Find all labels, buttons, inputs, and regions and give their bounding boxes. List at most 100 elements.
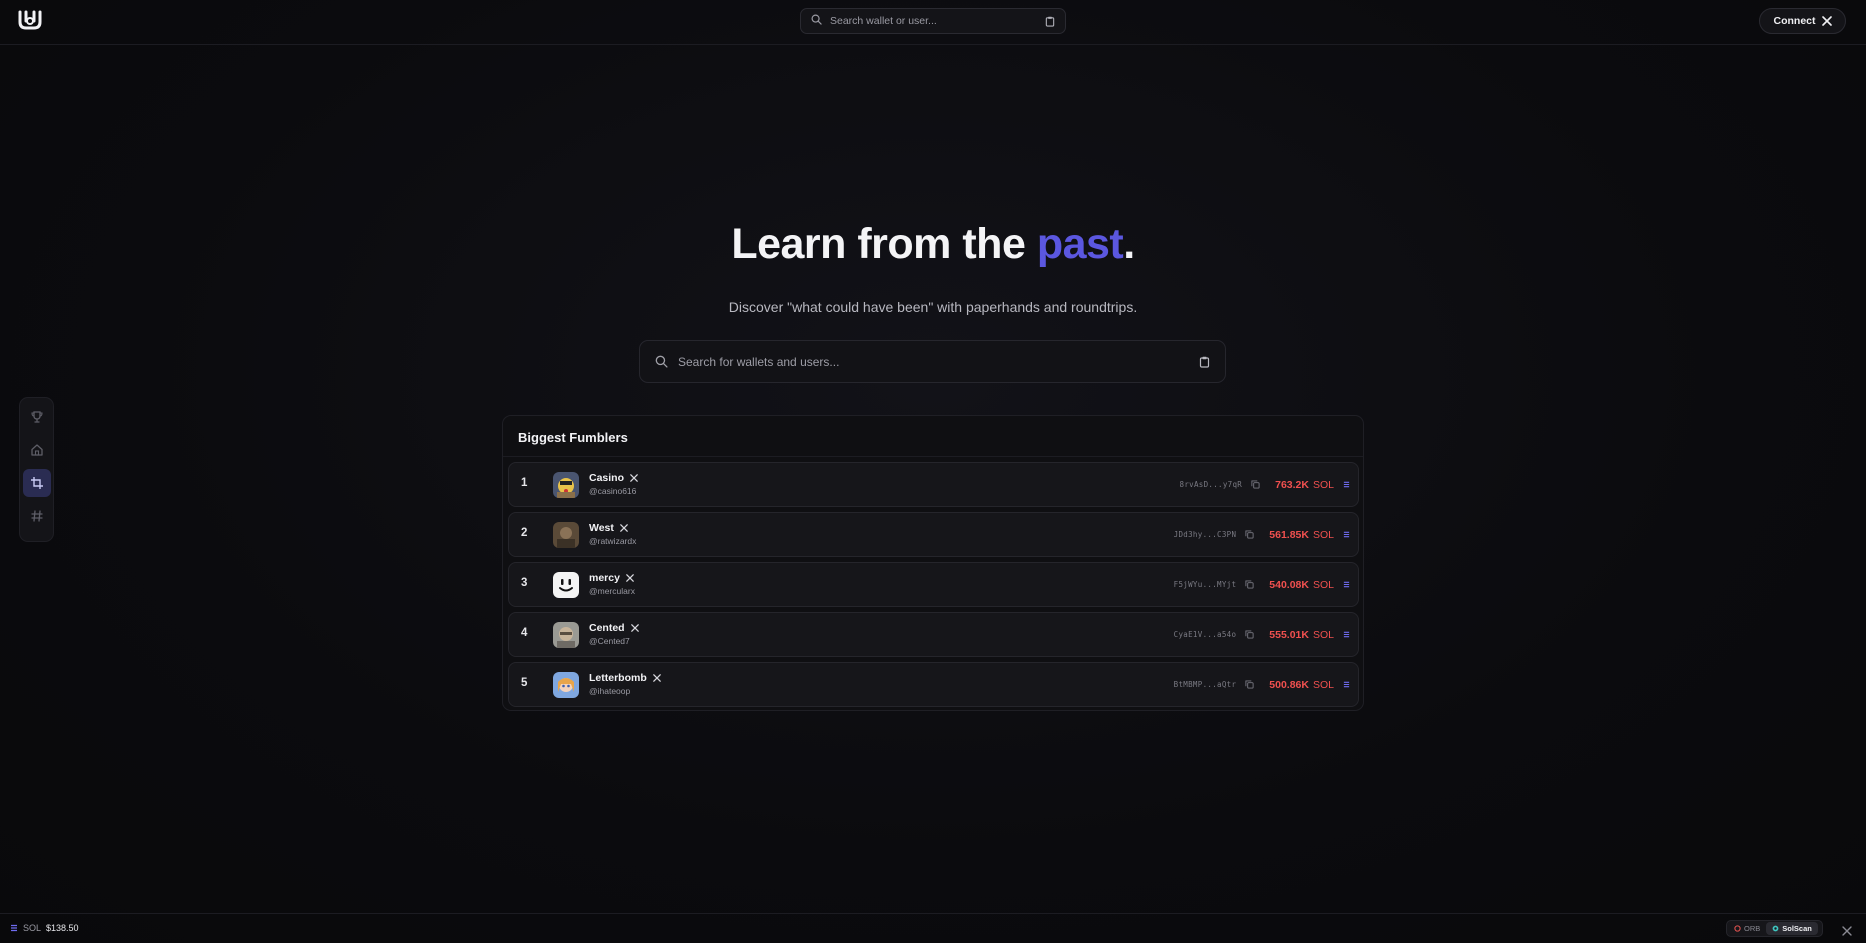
main-search-bar[interactable] [639, 340, 1226, 383]
bottom-bar: SOL $138.50 ORB SolScan [0, 913, 1866, 943]
leaderboard-row[interactable]: 1 Casino @casino616 8rvAsD...y7qR 763.2K… [508, 462, 1359, 507]
divider [503, 456, 1363, 457]
amount-unit: SOL [1312, 678, 1334, 691]
fumble-amount: 555.01K [1269, 628, 1309, 641]
amount-unit: SOL [1312, 578, 1334, 591]
wallet-address: BtMBMP...aQtr [1173, 680, 1237, 689]
side-nav-home[interactable] [23, 436, 51, 464]
hero-title-accent: past [1036, 220, 1124, 268]
x-logo-icon [1821, 16, 1832, 26]
solana-icon [1343, 631, 1350, 638]
side-nav-fumblers[interactable] [22, 469, 51, 497]
user-name: West [589, 522, 628, 534]
clipboard-icon[interactable] [1199, 356, 1210, 368]
app-logo[interactable] [17, 9, 43, 31]
leaderboard-row[interactable]: 5 Letterbomb @ihateoop BtMBMP...aQtr 500… [508, 662, 1359, 707]
solana-icon [1343, 681, 1350, 688]
top-search-bar[interactable] [800, 8, 1066, 34]
ticker-symbol: SOL [23, 923, 42, 933]
wallet-address: CyaE1V...a54o [1173, 630, 1237, 639]
user-name-label: Casino [589, 472, 625, 484]
row-stats: F5jWYu...MYjt 540.08K SOL [1174, 563, 1350, 606]
orb-icon [1734, 925, 1741, 932]
user-name: Casino [589, 472, 638, 484]
fumble-amount: 500.86K [1269, 678, 1309, 691]
row-stats: BtMBMP...aQtr 500.86K SOL [1174, 663, 1350, 706]
user-handle: @mercularx [589, 586, 635, 596]
hash-icon [30, 509, 44, 523]
leaderboard-title: Biggest Fumblers [518, 430, 628, 445]
avatar [553, 472, 579, 498]
solscan-icon [1772, 925, 1779, 932]
user-handle: @casino616 [589, 486, 637, 496]
wallet-address: 8rvAsD...y7qR [1179, 480, 1243, 489]
copy-icon[interactable] [1245, 580, 1254, 589]
user-name: Cented [589, 622, 639, 634]
connect-button[interactable]: Connect [1759, 8, 1846, 34]
row-stats: CyaE1V...a54o 555.01K SOL [1174, 613, 1350, 656]
fumble-amount: 763.2K [1275, 478, 1309, 491]
rank-number: 5 [521, 677, 528, 689]
hero-title-main: Learn from the [731, 220, 1037, 268]
copy-icon[interactable] [1245, 680, 1254, 689]
user-name-label: West [589, 522, 614, 534]
hero-title: Learn from the past. [0, 219, 1866, 269]
user-name: Letterbomb [589, 672, 661, 684]
amount-unit: SOL [1312, 628, 1334, 641]
leaderboard-row[interactable]: 3 mercy @mercularx F5jWYu...MYjt 540.08K… [508, 562, 1359, 607]
x-logo-icon[interactable] [630, 624, 639, 632]
main-search-input[interactable] [678, 354, 1199, 369]
copy-icon[interactable] [1251, 480, 1260, 489]
rank-number: 2 [521, 527, 528, 539]
rank-number: 3 [521, 577, 528, 589]
explorer-toggle: ORB SolScan [1726, 920, 1823, 937]
amount-unit: SOL [1312, 478, 1334, 491]
user-name-label: Letterbomb [589, 672, 647, 684]
connect-label: Connect [1773, 15, 1816, 27]
x-logo-icon[interactable] [652, 674, 661, 682]
user-name: mercy [589, 572, 634, 584]
avatar [553, 572, 579, 598]
explorer-option-orb[interactable]: ORB [1728, 922, 1766, 935]
solana-icon [10, 924, 18, 932]
copy-icon[interactable] [1245, 530, 1254, 539]
avatar [553, 672, 579, 698]
x-logo-icon[interactable] [620, 524, 628, 532]
solana-icon [1343, 581, 1350, 588]
leaderboard-panel: Biggest Fumblers 1 Casino @casino616 8rv… [502, 415, 1364, 711]
solana-icon [1343, 531, 1350, 538]
avatar [553, 522, 579, 548]
amount-unit: SOL [1312, 528, 1334, 541]
clipboard-icon[interactable] [1045, 16, 1055, 27]
rank-number: 1 [521, 477, 528, 489]
explorer-option-solscan[interactable]: SolScan [1766, 922, 1818, 935]
side-nav-leaderboard[interactable] [23, 403, 51, 431]
user-name-label: Cented [589, 622, 625, 634]
top-search-input[interactable] [830, 15, 1045, 27]
wallet-address: F5jWYu...MYjt [1173, 580, 1237, 589]
user-name-label: mercy [589, 572, 620, 584]
fumble-amount: 540.08K [1269, 578, 1309, 591]
trophy-icon [30, 410, 44, 424]
x-logo-icon[interactable] [626, 574, 634, 582]
x-logo-icon[interactable] [1842, 923, 1852, 941]
user-handle: @ratwizardx [589, 536, 637, 546]
hero-title-end: . [1123, 220, 1135, 268]
user-handle: @Cented7 [589, 636, 630, 646]
leaderboard-row[interactable]: 4 Cented @Cented7 CyaE1V...a54o 555.01K … [508, 612, 1359, 657]
solana-icon [1343, 481, 1350, 488]
search-icon [655, 355, 668, 368]
explorer-label: SolScan [1782, 924, 1812, 933]
wallet-address: JDd3hy...C3PN [1173, 530, 1237, 539]
ticker-price: $138.50 [46, 923, 79, 933]
copy-icon[interactable] [1245, 630, 1254, 639]
sol-price-ticker: SOL $138.50 [10, 923, 79, 933]
rank-number: 4 [521, 627, 528, 639]
avatar [553, 622, 579, 648]
leaderboard-row[interactable]: 2 West @ratwizardx JDd3hy...C3PN 561.85K… [508, 512, 1359, 557]
top-bar: Connect [0, 0, 1866, 45]
row-stats: JDd3hy...C3PN 561.85K SOL [1174, 513, 1350, 556]
user-handle: @ihateoop [589, 686, 631, 696]
side-nav-tags[interactable] [23, 502, 51, 530]
x-logo-icon[interactable] [630, 474, 638, 482]
